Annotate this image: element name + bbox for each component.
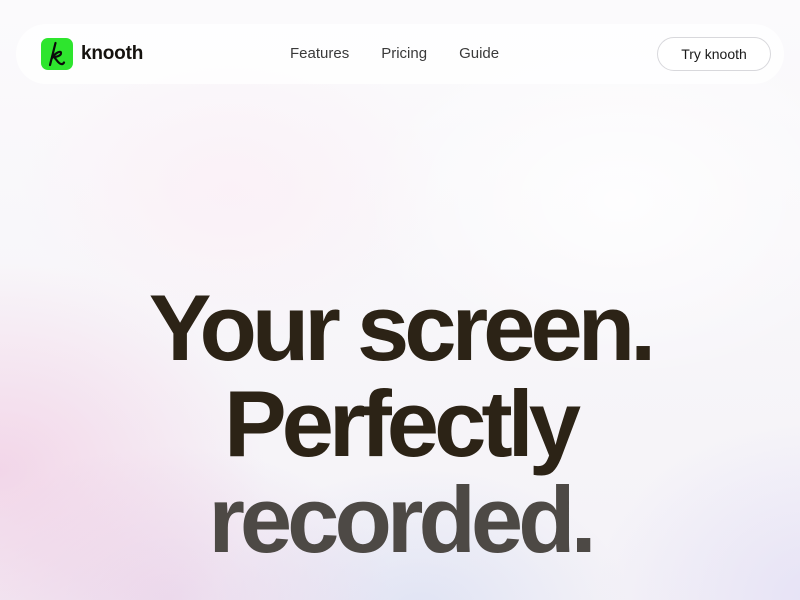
brand-name: knooth	[81, 43, 144, 64]
hero-line-3: recorded.	[208, 467, 596, 572]
top-navbar: knooth Features Pricing Guide Try knooth	[16, 24, 784, 84]
try-knooth-button[interactable]: Try knooth	[657, 37, 771, 71]
hero-heading: Your screen. Perfectly recorded.	[0, 280, 800, 568]
nav-links: Features Pricing Guide	[290, 44, 531, 64]
nav-link-features[interactable]: Features	[290, 44, 349, 64]
nav-link-pricing[interactable]: Pricing	[381, 44, 427, 64]
nav-link-guide[interactable]: Guide	[459, 44, 499, 64]
brand-home-link[interactable]: knooth	[41, 38, 143, 70]
k-logo-icon	[41, 38, 73, 70]
hero-line-2: Perfectly	[223, 371, 581, 476]
hero-line-1: Your screen.	[148, 275, 657, 380]
